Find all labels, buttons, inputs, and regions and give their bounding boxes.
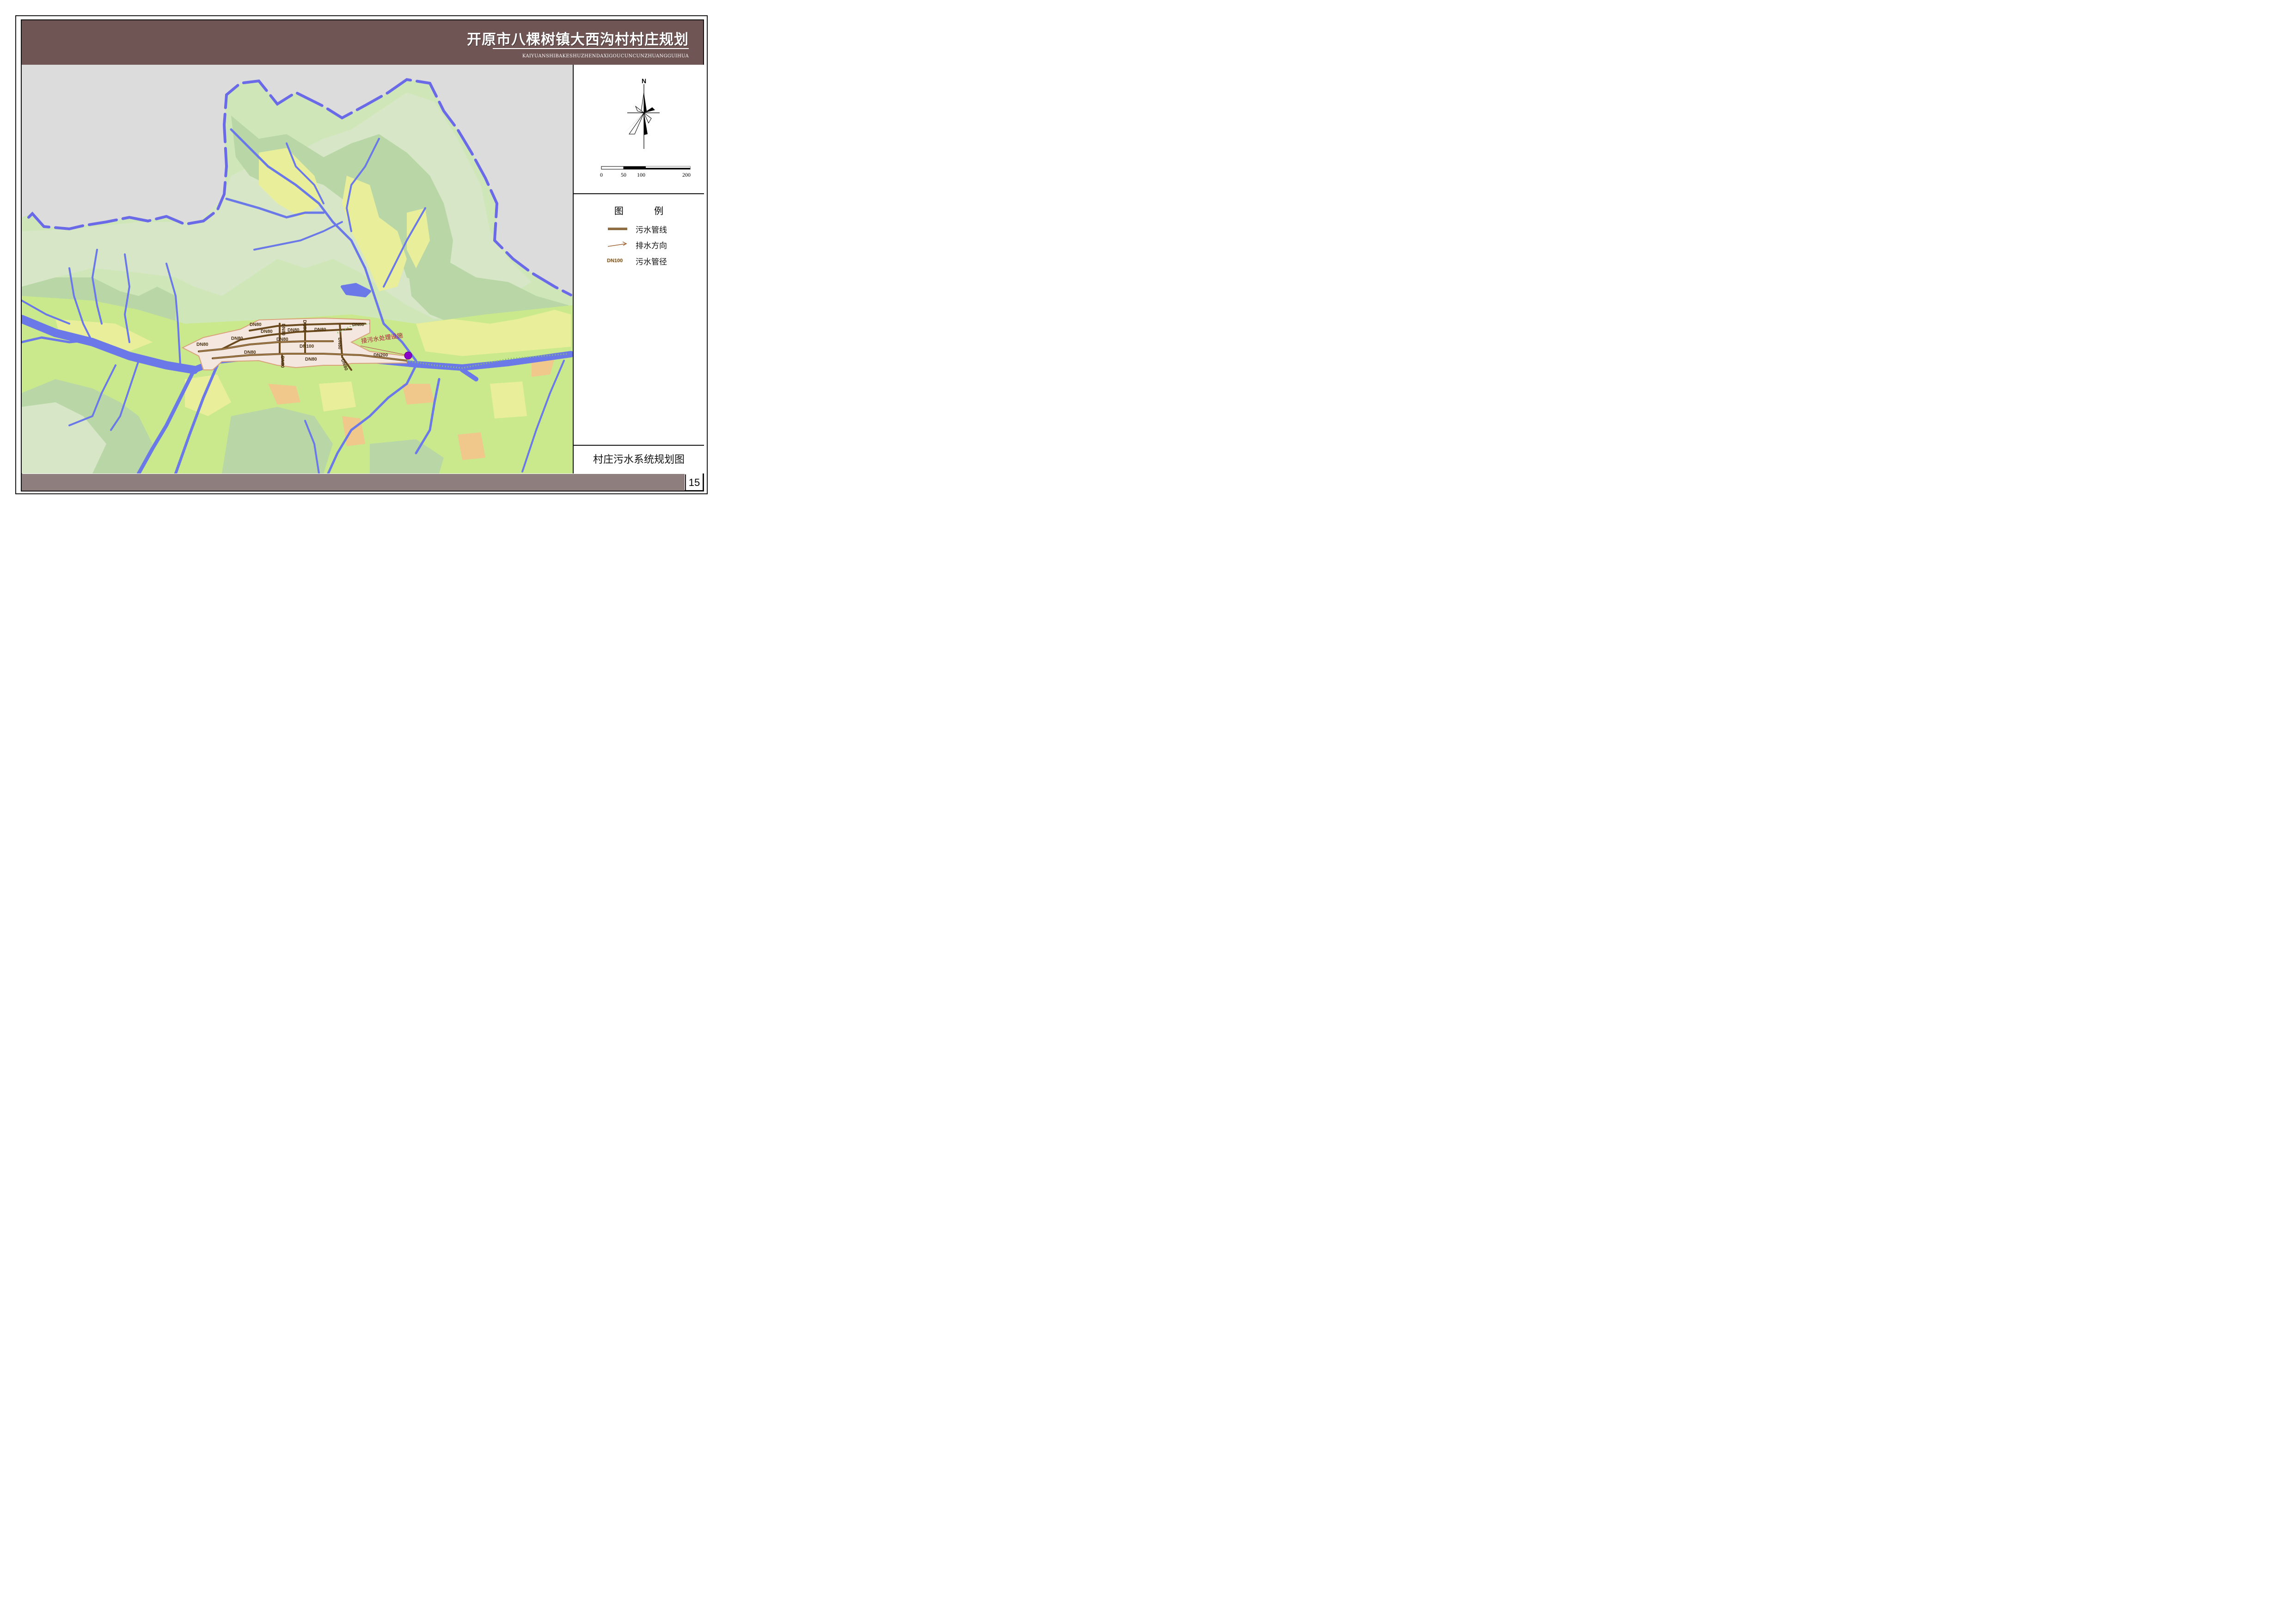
panel-divider	[574, 445, 704, 446]
scale-label: 100	[637, 172, 645, 178]
scale-label: 50	[621, 172, 626, 178]
map-area[interactable]: DN80 DN80 DN80 DN80 DN80 DN80 DN80 DN80 …	[22, 65, 573, 473]
pipe-label: DN80	[305, 357, 317, 362]
map-canvas[interactable]: DN80 DN80 DN80 DN80 DN80 DN80 DN80 DN80 …	[22, 65, 573, 473]
pipe-label: DN80	[281, 324, 286, 336]
side-panel: N 0 50 100 200 图 例 污水管线 排水方向 DN100 污水管径 …	[573, 65, 704, 473]
legend-title: 图 例	[614, 205, 678, 216]
pipe-label: DN80	[231, 336, 243, 341]
north-arrow-and-scale: N 0 50 100 200	[600, 77, 691, 178]
pipe-label: DN80	[337, 338, 342, 350]
scale-label: 0	[600, 172, 603, 178]
map-name: 村庄污水系统规划图	[593, 454, 685, 466]
pipe-label: DN80	[352, 322, 364, 327]
pipe-label: DN80	[261, 329, 273, 334]
legend-item-sewer-pipe: 污水管线	[607, 224, 667, 235]
pipe-label: DN80	[244, 350, 256, 355]
panel-divider	[574, 193, 704, 194]
title-underline	[493, 48, 689, 49]
drain-direction-arrow-icon	[607, 240, 628, 250]
map-title: 开原市八棵树镇大西沟村村庄规划	[467, 31, 689, 48]
map-subtitle: KAIYUANSHIBAKESHUZHENDAXIGOUCUNCUNZHUANG…	[522, 54, 689, 59]
pipe-label: DN80	[302, 320, 307, 332]
legend-label: 污水管径	[636, 257, 667, 267]
pipe-label: DN80	[196, 342, 208, 347]
pipe-diameter-symbol: DN100	[607, 258, 623, 264]
pipe-label: DN100	[300, 344, 314, 349]
legend-label: 排水方向	[636, 241, 667, 251]
scale-bar: 0 50 100 200	[600, 166, 691, 178]
pipe-label: DN80	[288, 328, 300, 333]
scale-label: 200	[682, 172, 691, 178]
legend-item-drain-direction: 排水方向	[607, 240, 667, 251]
treatment-facility-marker[interactable]	[404, 351, 412, 360]
farmland-orange-5	[458, 432, 485, 460]
legend-label: 污水管线	[636, 225, 667, 235]
page-number: 15	[685, 474, 703, 490]
pipe-label: DN80	[314, 327, 326, 332]
sewer-pipe-icon	[607, 224, 628, 234]
north-arrow-icon	[624, 84, 660, 149]
pipe-label: DN80	[250, 322, 262, 327]
farmland-orange-2	[402, 384, 435, 405]
north-letter: N	[642, 77, 646, 85]
pipe-label: DN200	[373, 353, 388, 358]
pipe-label: DN80	[276, 337, 288, 342]
pipe-label: DN80	[280, 356, 285, 368]
farmland-yellow-7	[319, 381, 356, 412]
legend-item-pipe-diameter: DN100 污水管径	[607, 256, 667, 267]
footer-band	[22, 474, 685, 491]
farmland-yellow-8	[490, 381, 527, 418]
